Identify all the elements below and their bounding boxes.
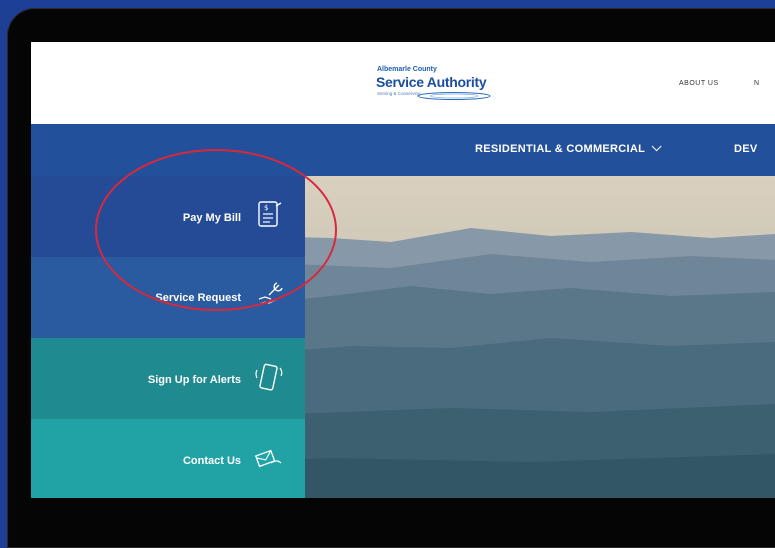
service-request-label: Service Request bbox=[155, 292, 241, 304]
nav-developers[interactable]: DEV bbox=[734, 143, 758, 155]
quick-link-contact[interactable]: Contact Us bbox=[31, 419, 305, 498]
pay-bill-label: Pay My Bill bbox=[182, 212, 241, 224]
site-logo[interactable]: Albemarle County Service Authority Servi… bbox=[369, 64, 509, 104]
quick-link-alerts[interactable]: Sign Up for Alerts bbox=[31, 338, 305, 419]
contact-label: Contact Us bbox=[182, 455, 241, 467]
svg-text:$: $ bbox=[264, 204, 268, 212]
browser-viewport: Albemarle County Service Authority Servi… bbox=[31, 42, 775, 498]
bill-icon: $ bbox=[258, 201, 282, 227]
site-header: Albemarle County Service Authority Servi… bbox=[31, 42, 775, 124]
logo-swoosh-icon bbox=[417, 92, 491, 100]
utility-link-partial[interactable]: N bbox=[754, 80, 760, 87]
alerts-label: Sign Up for Alerts bbox=[147, 374, 241, 386]
main-nav: RESIDENTIAL & COMMERCIAL DEV bbox=[31, 124, 775, 176]
about-us-link[interactable]: ABOUT US bbox=[679, 80, 719, 87]
chevron-down-icon bbox=[651, 141, 662, 152]
wrench-hand-icon bbox=[258, 282, 283, 306]
phone-alert-icon bbox=[255, 363, 283, 391]
quick-link-service-request[interactable]: Service Request bbox=[31, 257, 305, 338]
nav-residential-label: RESIDENTIAL & COMMERCIAL bbox=[475, 143, 646, 155]
envelope-hand-icon bbox=[254, 449, 282, 468]
logo-line2: Service Authority bbox=[376, 74, 487, 90]
hero-banner: Pay My Bill $ Service Request Sign Up fo… bbox=[31, 176, 775, 498]
nav-residential-commercial[interactable]: RESIDENTIAL & COMMERCIAL bbox=[475, 141, 662, 155]
quick-link-pay-bill[interactable]: Pay My Bill $ bbox=[31, 176, 305, 257]
logo-line1: Albemarle County bbox=[377, 66, 437, 73]
